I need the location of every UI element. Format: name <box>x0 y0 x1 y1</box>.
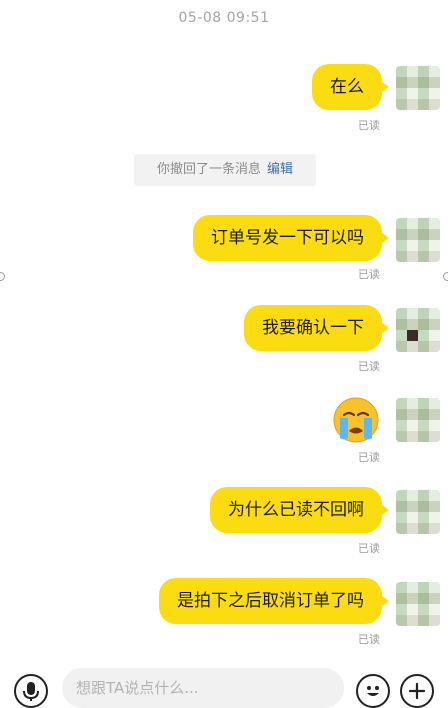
emoji-icon <box>367 686 379 696</box>
message-bubble[interactable]: 在么 <box>312 64 389 110</box>
read-status: 已读 <box>358 451 380 464</box>
plus-button[interactable] <box>400 674 434 708</box>
recall-notice: 你撤回了一条消息 编辑 <box>134 154 316 186</box>
right-edge-handle <box>443 272 448 281</box>
message-bubble[interactable]: 为什么已读不回啊 <box>210 487 389 533</box>
avatar[interactable] <box>396 398 440 442</box>
read-status: 已读 <box>358 633 380 646</box>
emoji-button[interactable] <box>356 674 390 708</box>
recall-text: 你撤回了一条消息 <box>156 162 261 177</box>
avatar[interactable] <box>396 218 440 262</box>
read-status: 已读 <box>358 119 380 132</box>
avatar[interactable] <box>396 490 440 534</box>
message-input[interactable] <box>62 668 344 708</box>
voice-button[interactable] <box>14 674 48 708</box>
avatar[interactable] <box>396 308 440 352</box>
plus-icon <box>408 682 426 700</box>
read-status: 已读 <box>358 542 380 555</box>
microphone-icon <box>23 682 39 701</box>
avatar[interactable] <box>396 582 440 626</box>
message-bubble[interactable]: 我要确认一下 <box>244 305 389 351</box>
recall-edit-link[interactable]: 编辑 <box>267 162 293 177</box>
crying-face-emoji[interactable] <box>332 396 380 444</box>
message-bubble[interactable]: 订单号发一下可以吗 <box>193 215 389 261</box>
left-edge-handle <box>0 272 5 281</box>
avatar[interactable] <box>396 66 440 110</box>
message-bubble[interactable]: 是拍下之后取消订单了吗 <box>159 578 389 624</box>
read-status: 已读 <box>358 360 380 373</box>
chat-timestamp: 05-08 09:51 <box>178 10 270 26</box>
read-status: 已读 <box>358 268 380 281</box>
